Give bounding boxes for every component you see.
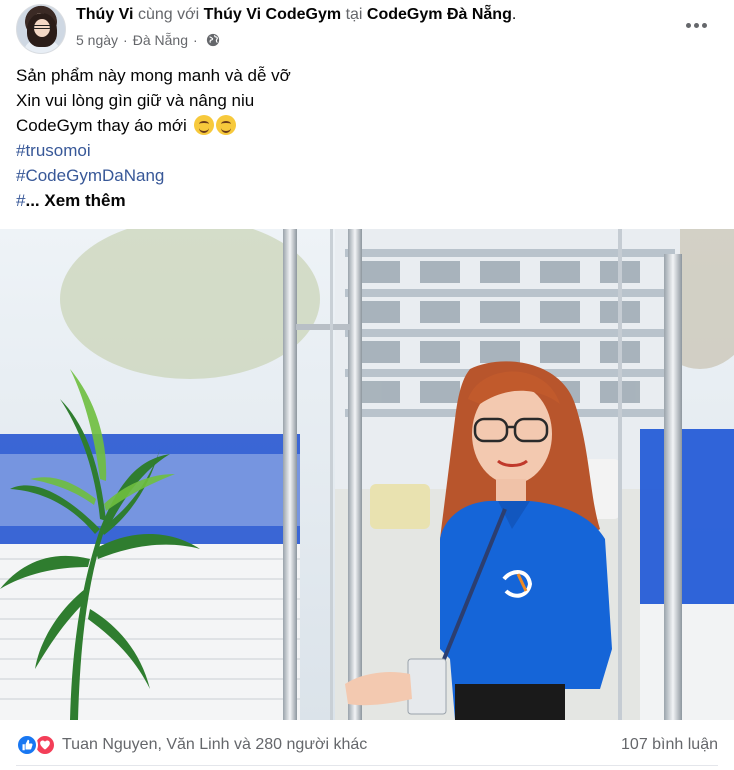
hashtag-trusomoi-link[interactable]: #trusomoi xyxy=(16,138,716,163)
author-avatar[interactable] xyxy=(16,4,66,54)
post-text-line-3: CodeGym thay áo mới xyxy=(16,113,716,138)
comment-count-link[interactable]: 107 bình luận xyxy=(621,736,718,754)
location-page-link[interactable]: CodeGym Đà Nẵng xyxy=(367,6,512,23)
hashtag-codegymdanang-link[interactable]: #CodeGymDaNang xyxy=(16,163,716,188)
post-footer: Tuan Nguyen, Văn Linh và 280 người khác … xyxy=(16,726,718,766)
post-text-line-6: #... Xem thêm xyxy=(16,188,716,213)
post-text-line-1: Sản phẩm này mong manh và dễ vỡ xyxy=(16,66,291,85)
more-options-icon[interactable] xyxy=(678,10,714,40)
at-text: tại xyxy=(345,6,363,23)
smiling-face-emoji-icon xyxy=(193,115,214,135)
globe-icon[interactable] xyxy=(206,33,220,47)
meta-separator-2: · xyxy=(192,32,198,48)
with-text: cùng với xyxy=(137,6,200,23)
post-time-link[interactable]: 5 ngày xyxy=(76,31,118,49)
post-meta: 5 ngày · Đà Nẵng · xyxy=(76,31,220,49)
post-text: Sản phẩm này mong manh và dễ vỡ Xin vui … xyxy=(16,63,716,213)
reaction-names[interactable]: Tuan Nguyen, Văn Linh và 280 người khác xyxy=(62,736,367,754)
post-place-link[interactable]: Đà Nẵng xyxy=(133,31,188,49)
author-name-link[interactable]: Thúy Vi xyxy=(76,6,134,23)
end-punct: . xyxy=(511,6,517,23)
post-title-line: Thúy Vi cùng với Thúy Vi CodeGym tại Cod… xyxy=(76,5,516,25)
post-header: Thúy Vi cùng với Thúy Vi CodeGym tại Cod… xyxy=(16,0,718,56)
tagged-user-link[interactable]: Thúy Vi CodeGym xyxy=(204,6,342,23)
smiling-face-emoji-icon xyxy=(215,115,236,135)
post-text-line-3-label: CodeGym thay áo mới xyxy=(16,116,187,135)
post-photo[interactable] xyxy=(0,229,734,720)
meta-separator: · xyxy=(123,32,128,48)
reactions-summary[interactable]: Tuan Nguyen, Văn Linh và 280 người khác xyxy=(16,734,367,756)
like-icon xyxy=(16,734,38,756)
post-text-line-2: Xin vui lòng gìn giữ và nâng niu xyxy=(16,91,255,110)
see-more-link[interactable]: ... Xem thêm xyxy=(25,191,125,210)
